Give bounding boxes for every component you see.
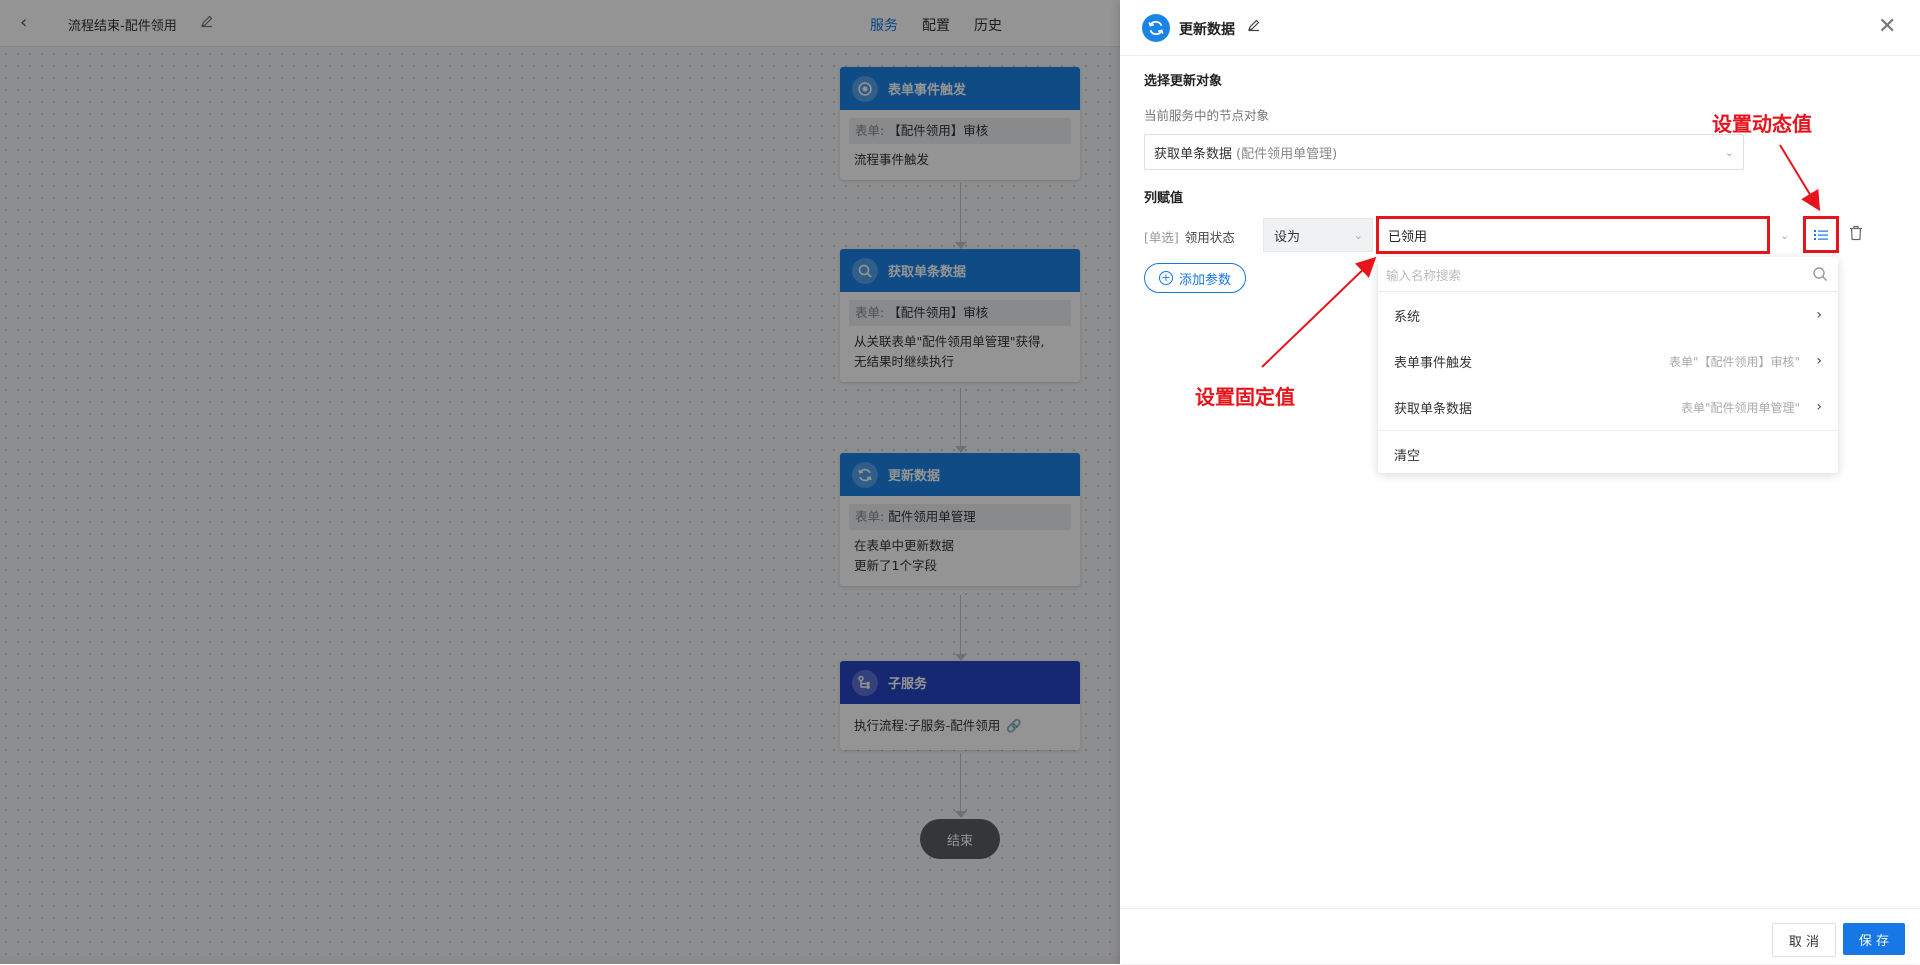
horizontal-scrollbar[interactable]: [0, 956, 1120, 964]
annotation-arrows: [1261, 144, 1821, 368]
drawer-footer: 取 消 保 存: [1120, 908, 1920, 965]
update-data-drawer: 更新数据 ✕ 选择更新对象 当前服务中的节点对象 获取单条数据 (配件领用单管理)…: [1120, 0, 1920, 964]
save-button[interactable]: 保 存: [1843, 923, 1905, 955]
cancel-button[interactable]: 取 消: [1772, 923, 1836, 957]
modal-overlay[interactable]: [0, 0, 1120, 964]
